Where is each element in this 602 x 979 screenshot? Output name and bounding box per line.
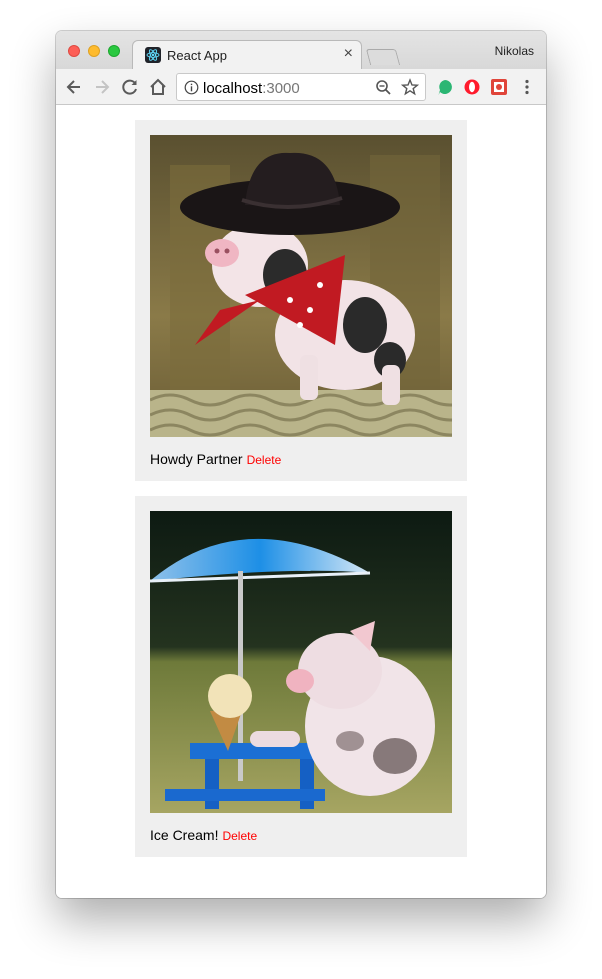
info-icon[interactable] xyxy=(184,80,199,95)
back-arrow-icon[interactable] xyxy=(64,77,84,97)
react-logo-icon xyxy=(145,47,161,63)
new-tab-button[interactable] xyxy=(365,49,401,65)
page-content: Howdy Partner Delete Ice Cream! Delete xyxy=(56,106,546,898)
post-caption: Ice Cream! Delete xyxy=(150,827,257,843)
post-card: Howdy Partner Delete xyxy=(135,120,467,481)
delete-link[interactable]: Delete xyxy=(222,829,257,843)
close-window-button[interactable] xyxy=(68,45,80,57)
profile-name[interactable]: Nikolas xyxy=(495,44,534,58)
extension-green-chat-icon[interactable] xyxy=(436,78,454,96)
extension-red-icon[interactable] xyxy=(490,78,508,96)
url-host: localhost xyxy=(203,80,263,97)
opera-extension-icon[interactable] xyxy=(463,78,481,96)
pig-cowboy-photo xyxy=(150,135,452,437)
close-tab-icon[interactable]: × xyxy=(344,45,353,63)
browser-toolbar: localhost:3000 xyxy=(56,69,546,105)
tab-react-app[interactable]: React App × xyxy=(132,40,362,70)
url-text: localhost:3000 xyxy=(203,80,300,97)
url-port: :3000 xyxy=(262,80,300,97)
tab-title: React App xyxy=(167,48,227,63)
post-card: Ice Cream! Delete xyxy=(135,496,467,857)
post-title: Howdy Partner xyxy=(150,451,243,467)
browser-window: React App × Nikolas localhost:3000 Howdy… xyxy=(56,31,546,898)
minimize-window-button[interactable] xyxy=(88,45,100,57)
maximize-window-button[interactable] xyxy=(108,45,120,57)
post-caption: Howdy Partner Delete xyxy=(150,451,281,467)
address-bar[interactable]: localhost:3000 xyxy=(176,73,426,101)
forward-arrow-icon[interactable] xyxy=(92,77,112,97)
delete-link[interactable]: Delete xyxy=(247,453,282,467)
bookmark-star-icon[interactable] xyxy=(401,78,419,96)
zoom-icon[interactable] xyxy=(375,79,392,96)
menu-kebab-icon[interactable] xyxy=(518,78,536,96)
reload-icon[interactable] xyxy=(120,77,140,97)
home-icon[interactable] xyxy=(148,77,168,97)
post-title: Ice Cream! xyxy=(150,827,219,843)
title-bar: React App × Nikolas xyxy=(56,31,546,70)
pig-ice-cream-photo xyxy=(150,511,452,813)
